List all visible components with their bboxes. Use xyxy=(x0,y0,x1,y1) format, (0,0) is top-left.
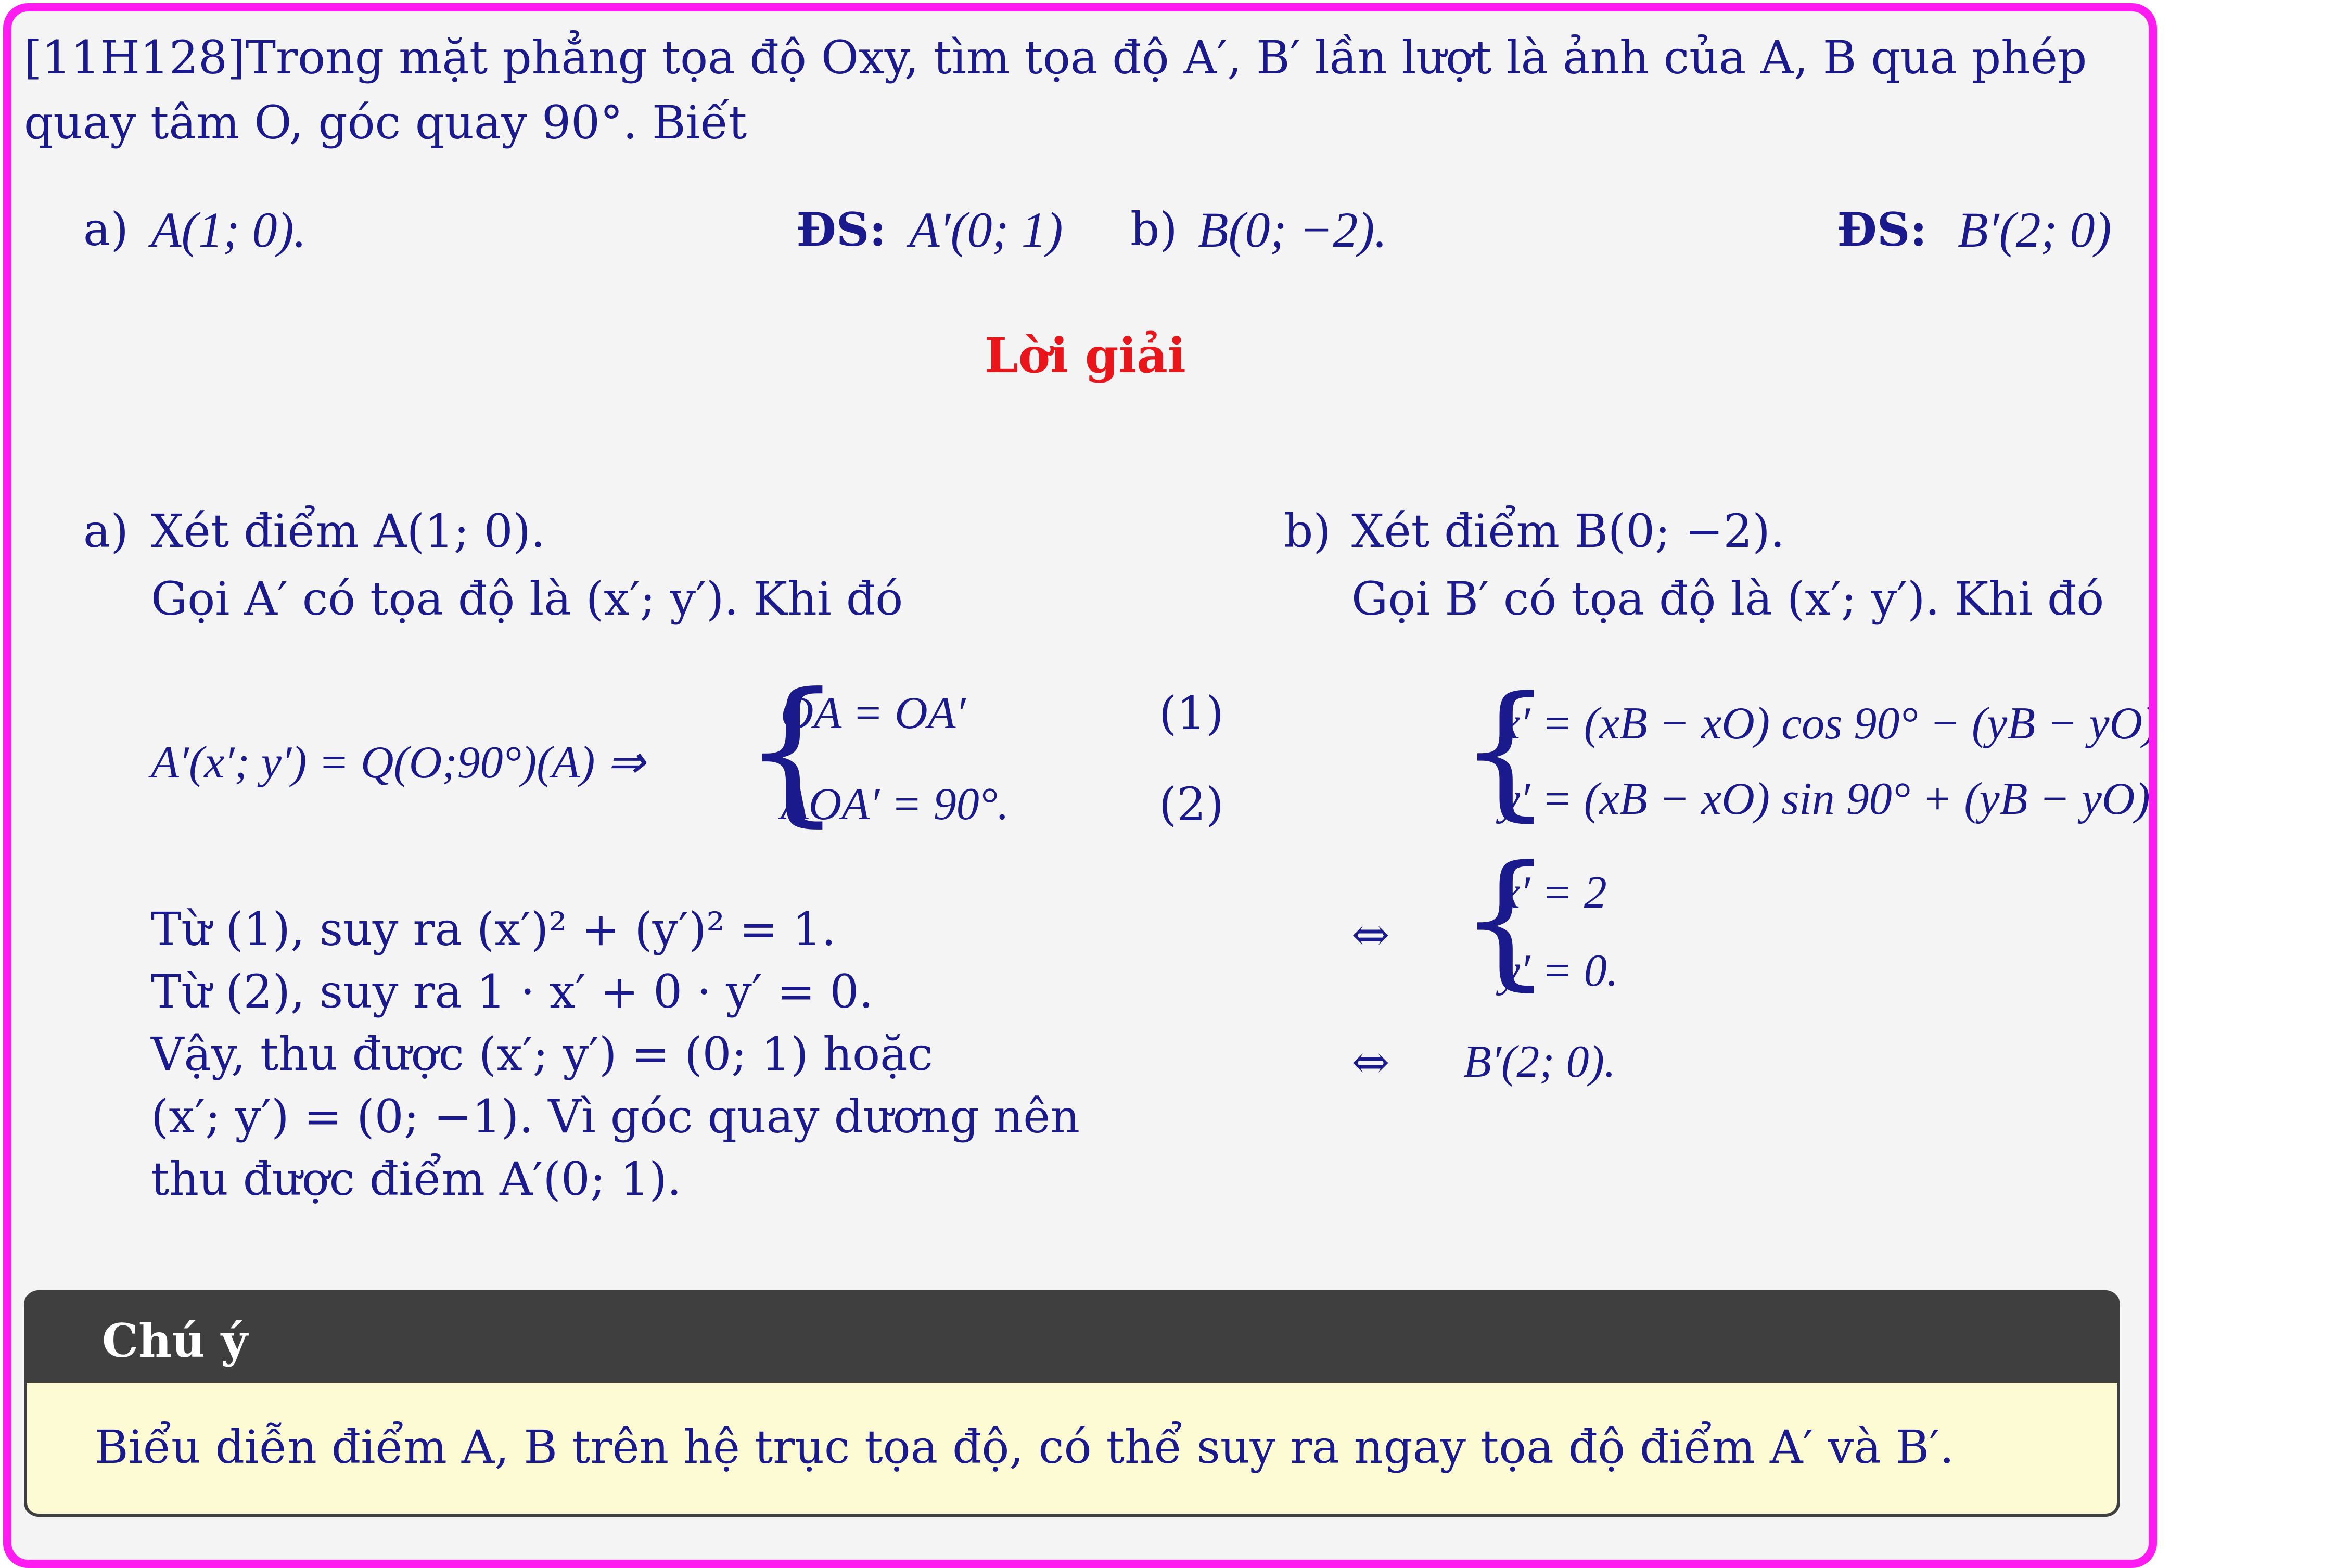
note-body: Biểu diễn điểm A, B trên hệ trục tọa độ,… xyxy=(24,1383,2120,1517)
part-a-tag-1: (1) xyxy=(1159,686,1224,740)
part-a-tag-2: (2) xyxy=(1159,777,1224,831)
problem-line-2: quay tâm O, góc quay 90°. Biết xyxy=(24,96,747,149)
solution-title: Lời giải xyxy=(985,327,1186,384)
note-title: Chú ý xyxy=(102,1314,248,1368)
item-a-label: a) xyxy=(83,202,129,256)
item-b-answer-label: ĐS: xyxy=(1837,202,1927,257)
part-b-final: B′(2; 0). xyxy=(1463,1037,1616,1087)
part-b-label: b) xyxy=(1284,504,1331,558)
part-b-system-eq-3: x′ = 2 xyxy=(1500,868,1607,918)
problem-frame: [11H128]Trong mặt phẳng tọa độ Oxy, tìm … xyxy=(3,3,2157,1568)
part-a-line-1: Xét điểm A(1; 0). xyxy=(151,504,545,558)
part-a-label: a) xyxy=(83,504,129,558)
part-b-line-1: Xét điểm B(0; −2). xyxy=(1351,504,1785,558)
part-b-system-eq-4: y′ = 0. xyxy=(1500,946,1618,996)
note-text: Biểu diễn điểm A, B trên hệ trục tọa độ,… xyxy=(95,1420,1955,1474)
item-a-point: A(1; 0). xyxy=(151,202,307,258)
part-a-line-7: thu được điểm A′(0; 1). xyxy=(151,1152,682,1206)
part-a-line-3: Từ (1), suy ra (x′)² + (y′)² = 1. xyxy=(151,902,836,956)
part-a-system-eq-1: OA = OA′ xyxy=(781,688,966,738)
part-b-iff-1: ⇔ xyxy=(1351,908,1390,961)
item-a-answer: A′(0; 1) xyxy=(909,202,1063,258)
problem-line-1: [11H128]Trong mặt phẳng tọa độ Oxy, tìm … xyxy=(24,31,2087,84)
part-a-equation-lhs: A′(x′; y′) = Q(O;90°)(A) ⇒ xyxy=(151,737,645,788)
item-b-answer: B′(2; 0) xyxy=(1958,202,2112,258)
item-b-label: b) xyxy=(1130,202,1178,256)
item-a-answer-label: ĐS: xyxy=(796,202,886,257)
part-b-line-2: Gọi B′ có tọa độ là (x′; y′). Khi đó xyxy=(1351,572,2104,626)
part-a-line-5: Vậy, thu được (x′; y′) = (0; 1) hoặc xyxy=(151,1027,933,1081)
part-a-line-2: Gọi A′ có tọa độ là (x′; y′). Khi đó xyxy=(151,572,903,626)
part-b-iff-2: ⇔ xyxy=(1351,1035,1390,1089)
note-header: Chú ý xyxy=(24,1290,2120,1383)
part-a-system-eq-2: AOA′ = 90°. xyxy=(781,779,1009,830)
part-a-line-4: Từ (2), suy ra 1 · x′ + 0 · y′ = 0. xyxy=(151,965,874,1018)
part-a-line-6: (x′; y′) = (0; −1). Vì góc quay dương nê… xyxy=(151,1090,1080,1143)
part-b-system-eq-2: y′ = (xB − xO) sin 90° + (yB − yO) cos xyxy=(1500,774,2157,824)
part-b-system-eq-1: x′ = (xB − xO) cos 90° − (yB − yO) sin xyxy=(1500,698,2157,749)
item-b-point: B(0; −2). xyxy=(1198,202,1387,258)
